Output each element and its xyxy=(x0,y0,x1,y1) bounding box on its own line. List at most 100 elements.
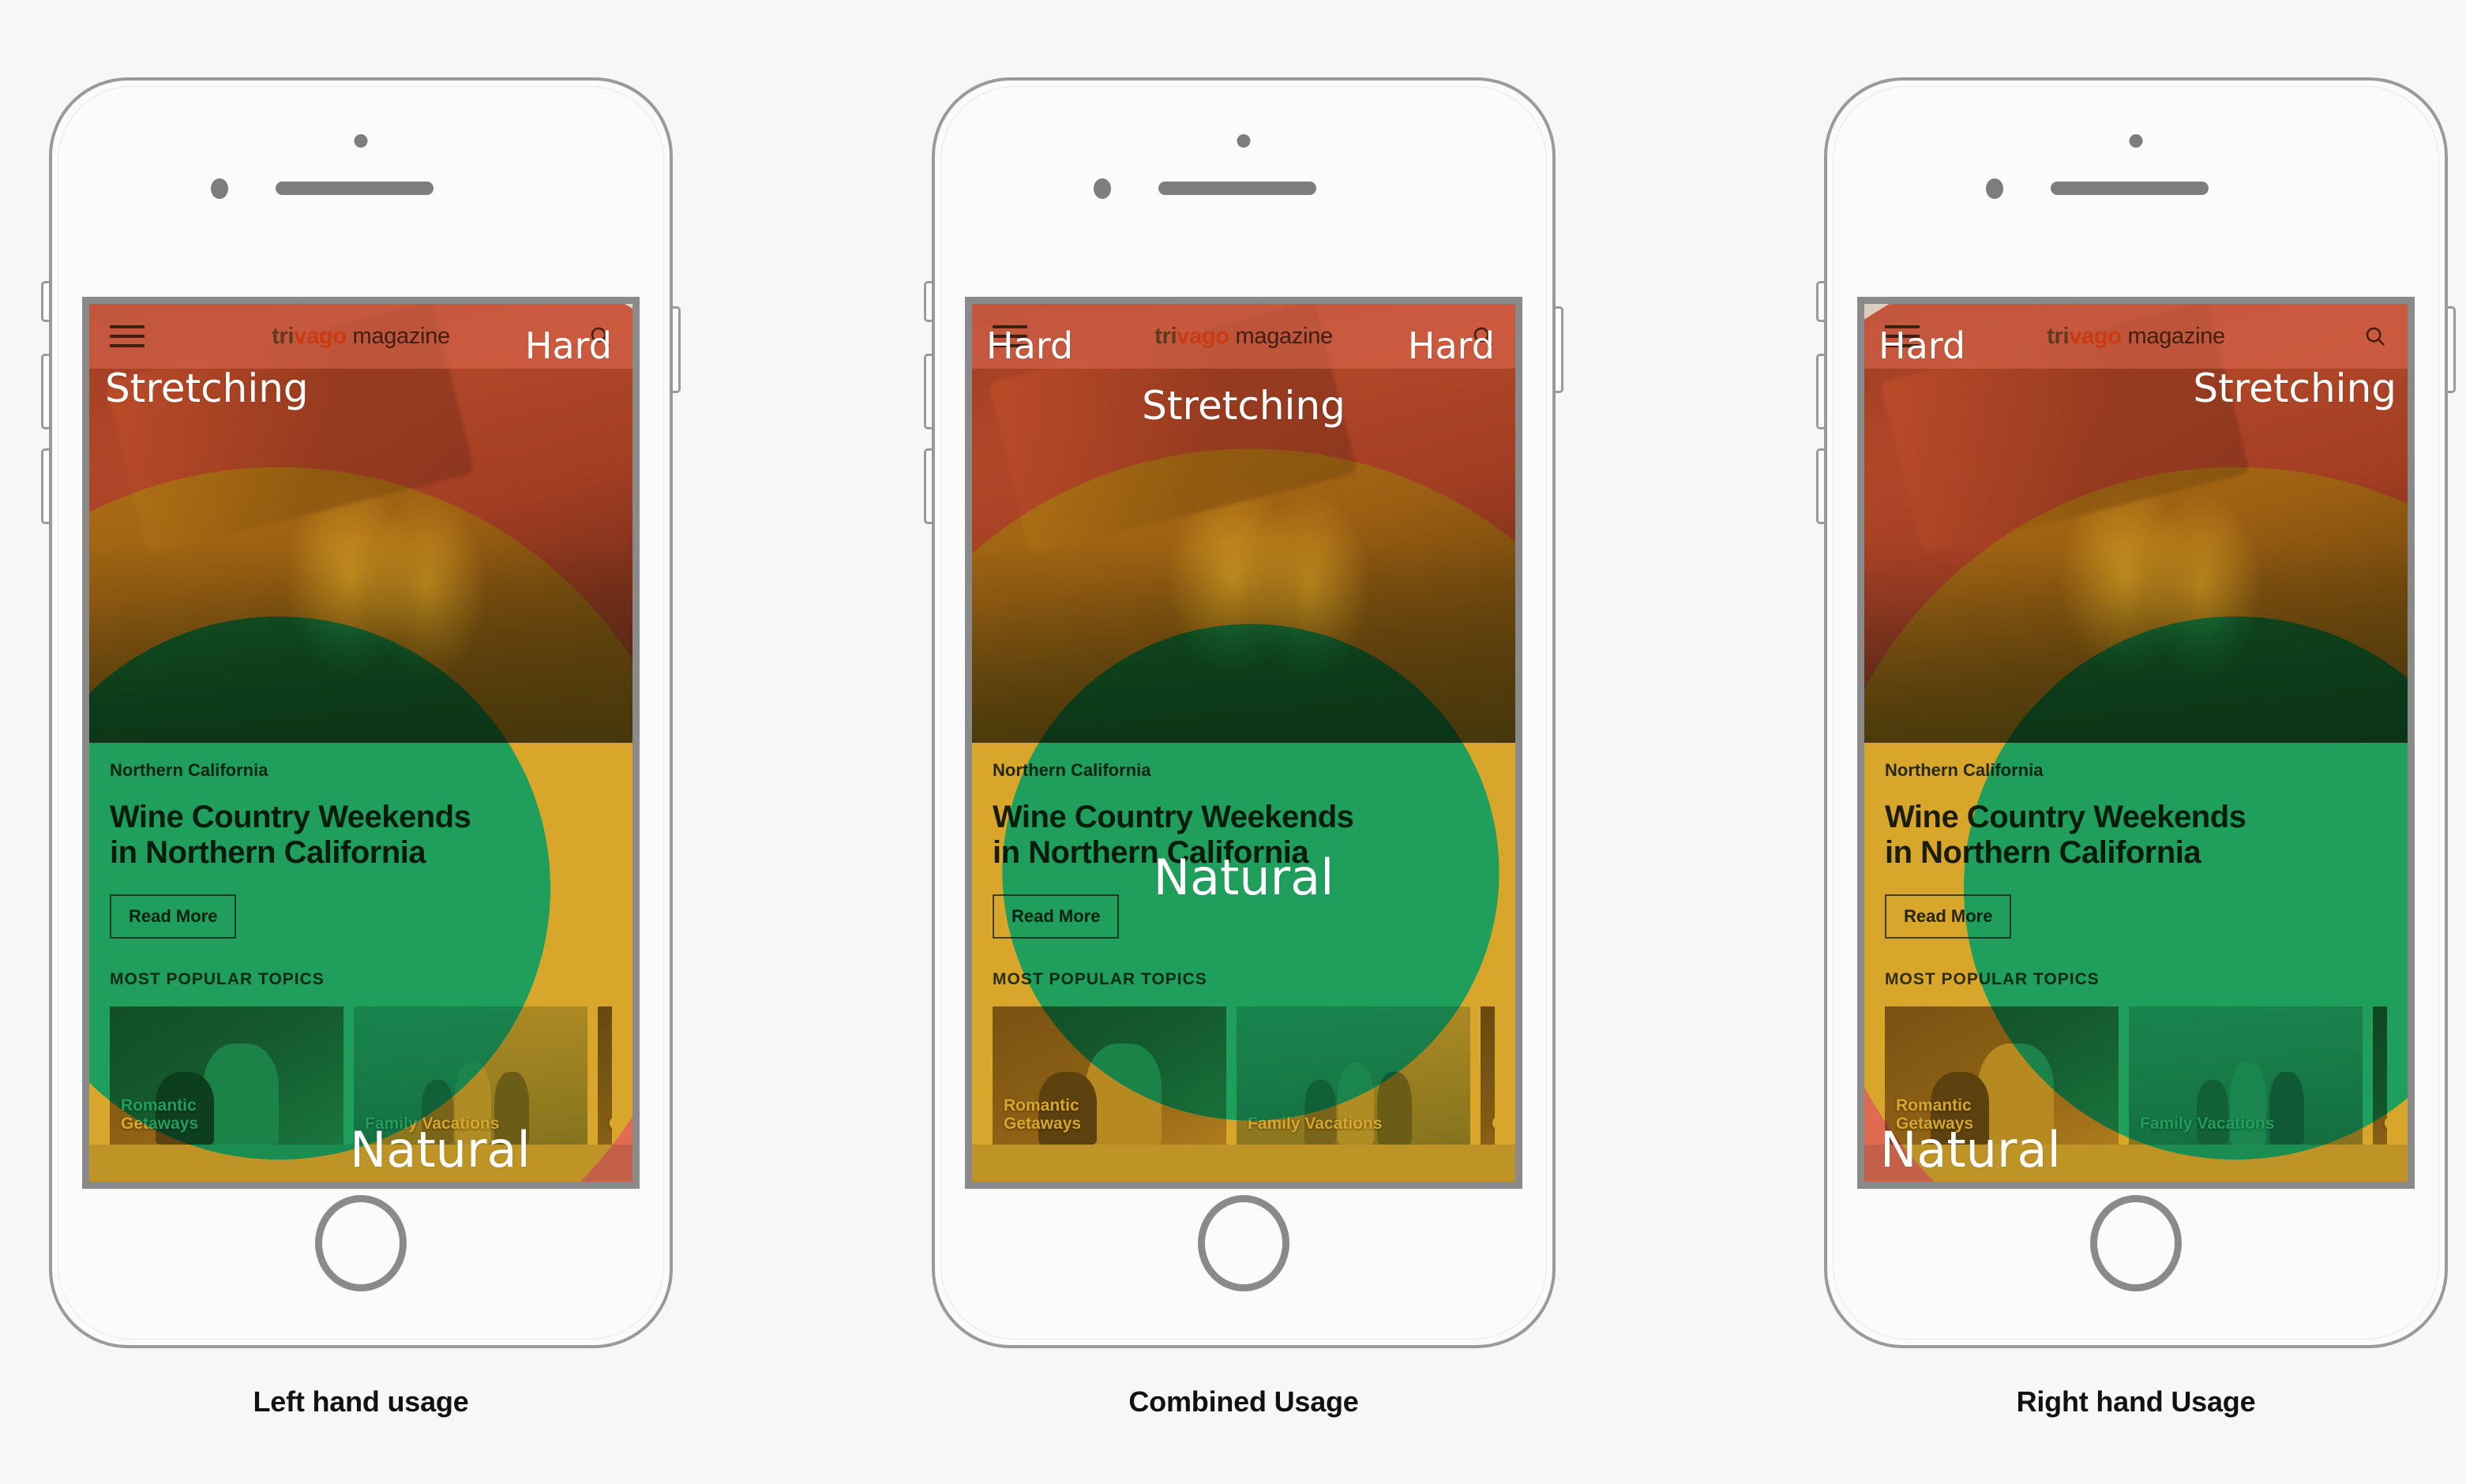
front-camera-icon xyxy=(1237,134,1251,148)
power-button[interactable] xyxy=(673,306,681,393)
headline-line-1: Wine Country Weekends xyxy=(110,800,471,834)
thumb-zone-heatmap-board: trivago magazine Northern California Win… xyxy=(0,0,2466,1484)
topic-card-label: Family Vacations xyxy=(2140,1115,2275,1134)
hero-image xyxy=(1864,304,2408,746)
headline-line-2: in Northern California xyxy=(993,834,1309,870)
volume-up-button[interactable] xyxy=(1816,354,1824,429)
brand-tri: tri xyxy=(1154,323,1177,349)
app-navbar: trivago magazine xyxy=(89,304,632,369)
proximity-sensor-icon xyxy=(211,178,228,199)
topic-card[interactable]: Family Vacations xyxy=(1237,1006,1470,1145)
power-button[interactable] xyxy=(2448,306,2456,393)
topics-carousel[interactable]: RomanticGetaways Family Vacations C xyxy=(993,1006,1495,1145)
hero-image xyxy=(972,304,1515,746)
topic-card[interactable]: C xyxy=(598,1006,612,1145)
topic-card[interactable]: Romantic Getaways xyxy=(993,1006,1226,1145)
brand-tri: tri xyxy=(272,323,295,349)
article-kicker: Northern California xyxy=(993,760,1151,780)
hamburger-icon[interactable] xyxy=(110,325,145,347)
read-more-button[interactable]: Read More xyxy=(993,894,1120,939)
topic-card-label: Family Vacations xyxy=(365,1115,500,1134)
app-navbar: trivago magazine xyxy=(972,304,1515,369)
home-button[interactable] xyxy=(1198,1195,1289,1291)
topic-card[interactable]: C xyxy=(2373,1006,2387,1145)
topics-section-label: MOST POPULAR TOPICS xyxy=(1885,969,2100,988)
home-button[interactable] xyxy=(315,1195,407,1291)
volume-down-button[interactable] xyxy=(41,448,49,524)
proximity-sensor-icon xyxy=(1986,178,2003,199)
topic-card[interactable]: Romantic Getaways xyxy=(110,1006,343,1145)
volume-up-button[interactable] xyxy=(924,354,932,429)
phone-screen: trivago magazine Northern California Win… xyxy=(965,297,1522,1189)
topics-carousel[interactable]: RomanticGetaways Family Vacations C xyxy=(110,1006,612,1145)
panel-caption-right-hand: Right hand Usage xyxy=(2016,1385,2256,1418)
headline-line-2: in Northern California xyxy=(110,834,426,870)
phone-screen: trivago magazine Northern California Win… xyxy=(82,297,640,1189)
topic-card[interactable]: Family Vacations xyxy=(354,1006,587,1145)
topic-card-label: C xyxy=(609,1115,612,1134)
brand-magazine: magazine xyxy=(352,323,451,349)
app-navbar: trivago magazine xyxy=(1864,304,2408,369)
topic-card-label: C xyxy=(2384,1115,2387,1134)
topic-card[interactable]: Romantic Getaways xyxy=(1885,1006,2119,1145)
search-icon[interactable] xyxy=(577,324,612,348)
article-card: Northern California Wine Country Weekend… xyxy=(89,743,632,1145)
topic-card-label: Romantic Getaways xyxy=(121,1096,199,1134)
brand-magazine: magazine xyxy=(1235,323,1334,349)
topics-carousel[interactable]: RomanticGetaways Family Vacations C xyxy=(1885,1006,2387,1145)
article-card: Northern California Wine Country Weekend… xyxy=(972,743,1515,1145)
panel-caption-combined: Combined Usage xyxy=(1128,1385,1359,1418)
topic-card-label: Family Vacations xyxy=(1248,1115,1383,1134)
article-card: Northern California Wine Country Weekend… xyxy=(1864,743,2408,1145)
brand-logo: trivago magazine xyxy=(1920,324,2352,350)
proximity-sensor-icon xyxy=(1094,178,1111,199)
hamburger-icon[interactable] xyxy=(993,325,1027,347)
front-camera-icon xyxy=(2129,134,2143,148)
hamburger-icon[interactable] xyxy=(1885,325,1920,347)
mute-switch[interactable] xyxy=(41,281,49,322)
phone-mockup-left-hand: trivago magazine Northern California Win… xyxy=(41,77,681,1348)
phone-screen: trivago magazine Northern California Win… xyxy=(1857,297,2415,1189)
mute-switch[interactable] xyxy=(1816,281,1824,322)
read-more-button[interactable]: Read More xyxy=(110,894,237,939)
hero-image xyxy=(89,304,632,746)
article-headline: Wine Country Weekends in Northern Califo… xyxy=(1885,800,2387,871)
brand-vago: vago xyxy=(1177,323,1229,349)
brand-vago: vago xyxy=(2069,323,2122,349)
phone-mockup-combined: trivago magazine Northern California Win… xyxy=(924,77,1563,1348)
headline-line-1: Wine Country Weekends xyxy=(993,800,1354,834)
topics-section-label: MOST POPULAR TOPICS xyxy=(993,969,1207,988)
topics-section-label: MOST POPULAR TOPICS xyxy=(110,969,325,988)
topic-card[interactable]: C xyxy=(1481,1006,1495,1145)
front-camera-icon xyxy=(354,134,368,148)
volume-down-button[interactable] xyxy=(1816,448,1824,524)
article-kicker: Northern California xyxy=(1885,760,2044,780)
article-headline: Wine Country Weekends in Northern Califo… xyxy=(993,800,1495,871)
mute-switch[interactable] xyxy=(924,281,932,322)
phone-mockup-right-hand: trivago magazine Northern California Win… xyxy=(1816,77,2456,1348)
topic-card-label: Romantic Getaways xyxy=(1004,1096,1082,1134)
topic-card-label: Romantic Getaways xyxy=(1896,1096,1974,1134)
brand-magazine: magazine xyxy=(2127,323,2226,349)
volume-down-button[interactable] xyxy=(924,448,932,524)
volume-up-button[interactable] xyxy=(41,354,49,429)
brand-tri: tri xyxy=(2047,323,2070,349)
article-headline: Wine Country Weekends in Northern Califo… xyxy=(110,800,612,871)
brand-vago: vago xyxy=(294,323,347,349)
search-icon[interactable] xyxy=(2352,324,2387,348)
headline-line-2: in Northern California xyxy=(1885,834,2201,870)
topic-card[interactable]: Family Vacations xyxy=(2129,1006,2363,1145)
topic-card-label: C xyxy=(1492,1115,1495,1134)
earpiece-speaker-icon xyxy=(276,182,434,195)
panel-caption-left-hand: Left hand usage xyxy=(253,1385,469,1418)
article-kicker: Northern California xyxy=(110,760,268,780)
brand-logo: trivago magazine xyxy=(1027,324,1460,350)
headline-line-1: Wine Country Weekends xyxy=(1885,800,2246,834)
brand-logo: trivago magazine xyxy=(145,324,577,350)
search-icon[interactable] xyxy=(1460,324,1495,348)
earpiece-speaker-icon xyxy=(1158,182,1316,195)
earpiece-speaker-icon xyxy=(2051,182,2209,195)
read-more-button[interactable]: Read More xyxy=(1885,894,2012,939)
home-button[interactable] xyxy=(2090,1195,2182,1291)
power-button[interactable] xyxy=(1556,306,1563,393)
